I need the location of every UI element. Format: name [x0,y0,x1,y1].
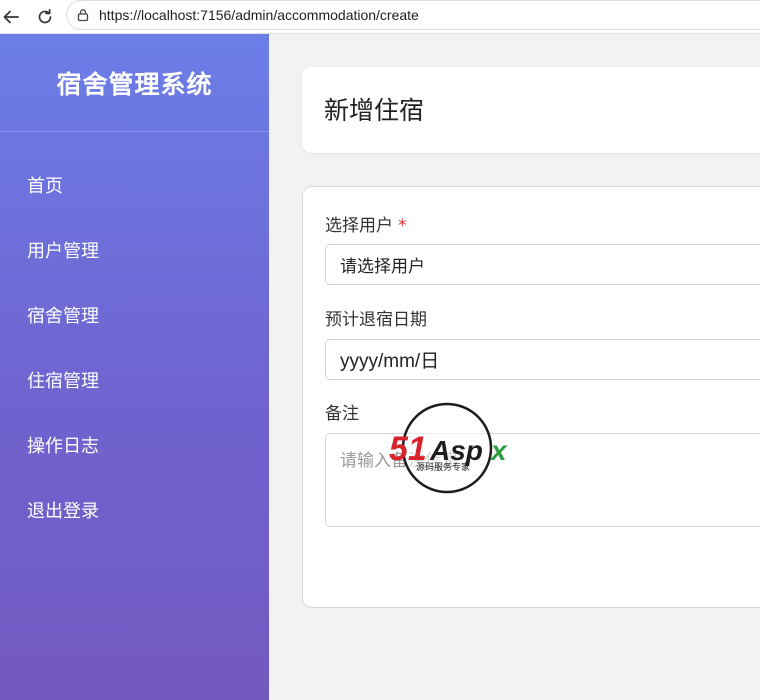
page-header: 新增住宿 [302,67,760,153]
page-title: 新增住宿 [324,96,425,125]
sidebar-item-dorms[interactable]: 宿舍管理 [0,282,269,347]
sidebar: 宿舍管理系统 首页 用户管理 宿舍管理 住宿管理 操作日志 退出登录 [0,34,269,700]
user-label-text: 选择用户 [325,216,393,236]
url-text[interactable]: https://localhost:7156/admin/accommodati… [99,7,419,23]
svg-text:源码服务专家: 源码服务专家 [416,461,470,473]
back-button[interactable] [0,4,24,30]
required-marker: * [398,216,407,236]
reload-button[interactable] [32,4,58,30]
sidebar-item-logout[interactable]: 退出登录 [0,477,269,542]
checkout-date-input[interactable]: yyyy/mm/日 [325,339,760,380]
sidebar-item-operation-logs[interactable]: 操作日志 [0,412,269,477]
app-title: 宿舍管理系统 [0,34,269,132]
watermark-logo: 51 Asp x 源码服务专家 [389,402,508,494]
browser-toolbar: https://localhost:7156/admin/accommodati… [0,0,760,34]
reload-icon [38,8,52,24]
sidebar-item-users[interactable]: 用户管理 [0,217,269,282]
user-select-value: 请选择用户 [340,257,425,277]
remark-label: 备注 [325,404,359,424]
user-select[interactable]: 请选择用户 [325,244,760,285]
sidebar-item-home[interactable]: 首页 [0,152,269,217]
checkout-date-label: 预计退宿日期 [325,310,427,330]
svg-text:x: x [489,435,508,466]
user-field-label: 选择用户 * [325,211,407,236]
arrow-left-icon [3,10,19,24]
sidebar-item-accommodation[interactable]: 住宿管理 [0,347,269,412]
create-accommodation-form: 选择用户 * 请选择用户 预计退宿日期 yyyy/mm/日 备注 请输入备注信息 [302,186,760,608]
address-bar[interactable]: https://localhost:7156/admin/accommodati… [66,0,760,30]
svg-text:Asp: Asp [429,435,483,466]
checkout-date-placeholder: yyyy/mm/日 [340,351,440,372]
sidebar-menu: 首页 用户管理 宿舍管理 住宿管理 操作日志 退出登录 [0,152,269,542]
site-info-icon[interactable] [76,8,90,22]
